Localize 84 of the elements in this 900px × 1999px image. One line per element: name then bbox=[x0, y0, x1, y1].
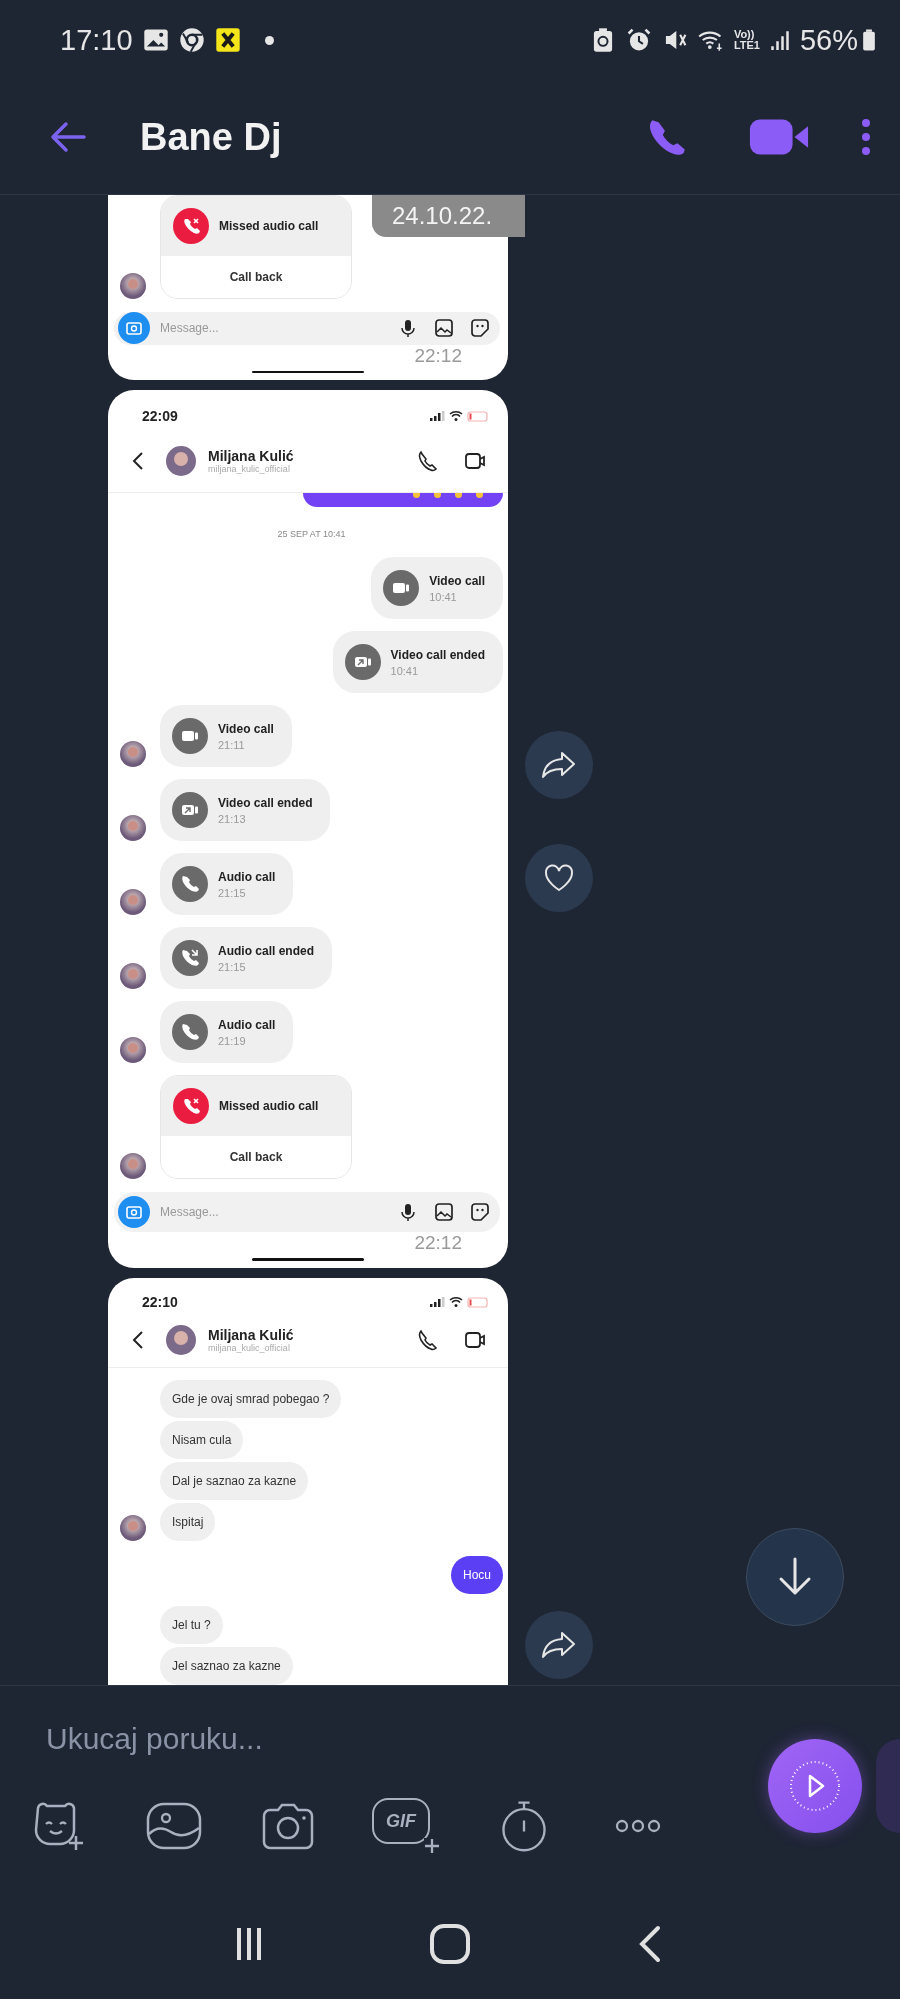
message-bubble: Jel tu ? bbox=[160, 1606, 223, 1644]
call-title: Audio call bbox=[218, 869, 276, 884]
back-chevron-icon[interactable] bbox=[132, 451, 144, 471]
status-icons bbox=[430, 410, 490, 422]
app-icon bbox=[214, 27, 241, 53]
clock: 22:09 bbox=[142, 408, 178, 424]
avatar-icon bbox=[166, 446, 196, 476]
battery-percent: 56% bbox=[799, 23, 858, 57]
call-time: 21:19 bbox=[218, 1034, 247, 1047]
call-title: Audio call bbox=[218, 1017, 276, 1032]
missed-call-icon bbox=[173, 208, 209, 244]
heart-icon[interactable] bbox=[543, 863, 575, 893]
video-ended-icon bbox=[344, 644, 381, 680]
share-icon[interactable] bbox=[541, 1630, 577, 1660]
video-ended-icon bbox=[172, 792, 208, 828]
alarm-icon bbox=[625, 27, 652, 53]
browser-icon bbox=[178, 27, 205, 53]
timestamp: 22:12 bbox=[414, 344, 462, 367]
message-bubble: Dal je saznao za kazne bbox=[160, 1462, 309, 1500]
phone-icon bbox=[172, 1014, 208, 1050]
camera-icon bbox=[118, 1196, 150, 1228]
video-camera-icon bbox=[172, 718, 208, 754]
back-chevron-icon[interactable] bbox=[132, 1330, 144, 1351]
message-bubble: Nisam cula bbox=[160, 1421, 244, 1459]
avatar-icon bbox=[166, 1325, 196, 1356]
microphone-icon[interactable] bbox=[398, 1202, 418, 1222]
message-input[interactable]: Ukucaj poruku... bbox=[44, 1708, 728, 1770]
avatar-icon bbox=[120, 1515, 146, 1541]
message-bubble: Ispitaj bbox=[160, 1503, 216, 1541]
date-label: 25 SEP AT 10:41 bbox=[277, 529, 346, 539]
call-title: Video call bbox=[429, 573, 485, 588]
missed-call-icon bbox=[173, 1088, 209, 1124]
microphone-icon[interactable] bbox=[398, 318, 418, 339]
contact-name: Miljana Kulić bbox=[208, 448, 295, 464]
call-time: 21:15 bbox=[218, 960, 247, 973]
avatar-icon bbox=[120, 1037, 146, 1063]
call-time: 21:13 bbox=[218, 812, 247, 825]
video-camera-icon bbox=[383, 570, 420, 606]
image-icon bbox=[142, 27, 169, 53]
avatar-icon bbox=[120, 741, 146, 767]
avatar-icon bbox=[120, 815, 146, 841]
phone-ended-icon bbox=[172, 940, 208, 976]
call-title: Video call ended bbox=[390, 647, 485, 662]
image-icon[interactable] bbox=[434, 1202, 454, 1222]
battery-icon bbox=[862, 28, 876, 52]
network-label: LTE1 bbox=[733, 40, 760, 51]
phone-icon[interactable] bbox=[416, 1329, 438, 1352]
status-icons bbox=[430, 1295, 490, 1308]
phone-icon bbox=[172, 866, 208, 902]
call-title: Missed audio call bbox=[219, 219, 319, 233]
avatar-icon bbox=[120, 963, 146, 989]
call-time: 21:15 bbox=[218, 886, 247, 899]
message-bubble: Hocu bbox=[451, 1556, 503, 1594]
call-time: 10:41 bbox=[390, 664, 420, 677]
call-title: Video call ended bbox=[218, 795, 313, 810]
avatar-icon bbox=[120, 1153, 146, 1179]
contact-name: Miljana Kulić bbox=[208, 1327, 295, 1344]
sticker-icon[interactable] bbox=[470, 318, 490, 339]
notification-dot-icon bbox=[264, 35, 274, 45]
date-badge: 24.10.22. bbox=[372, 195, 525, 237]
image-icon[interactable] bbox=[434, 318, 454, 339]
call-time: 21:11 bbox=[218, 738, 246, 751]
clock: 17:10 bbox=[60, 23, 133, 57]
call-title: Audio call ended bbox=[218, 943, 314, 958]
call-title: Missed audio call bbox=[219, 1099, 319, 1113]
avatar-icon bbox=[120, 273, 146, 299]
message-bubble: Jel saznao za kazne bbox=[160, 1647, 293, 1685]
avatar-icon bbox=[120, 889, 146, 915]
clock: 22:10 bbox=[142, 1293, 178, 1310]
chat-title: Bane Dj bbox=[140, 115, 283, 159]
phone-icon[interactable] bbox=[416, 450, 438, 472]
contact-handle: miljana_kulic_official bbox=[208, 1343, 291, 1354]
message-bubble: Gde je ovaj smrad pobegao ? bbox=[160, 1380, 342, 1418]
timestamp: 22:12 bbox=[414, 1232, 462, 1254]
share-icon[interactable] bbox=[541, 750, 577, 780]
camera-icon bbox=[118, 312, 150, 345]
home-icon[interactable] bbox=[428, 1921, 472, 1966]
sticker-icon[interactable] bbox=[470, 1202, 490, 1222]
contact-handle: miljana_kulic_official bbox=[208, 464, 291, 474]
video-camera-icon[interactable] bbox=[464, 450, 486, 472]
call-title: Video call bbox=[218, 721, 274, 736]
record-video-button[interactable] bbox=[768, 1739, 862, 1833]
call-time: 10:41 bbox=[429, 590, 458, 603]
network-label: Vo)) bbox=[733, 29, 755, 40]
